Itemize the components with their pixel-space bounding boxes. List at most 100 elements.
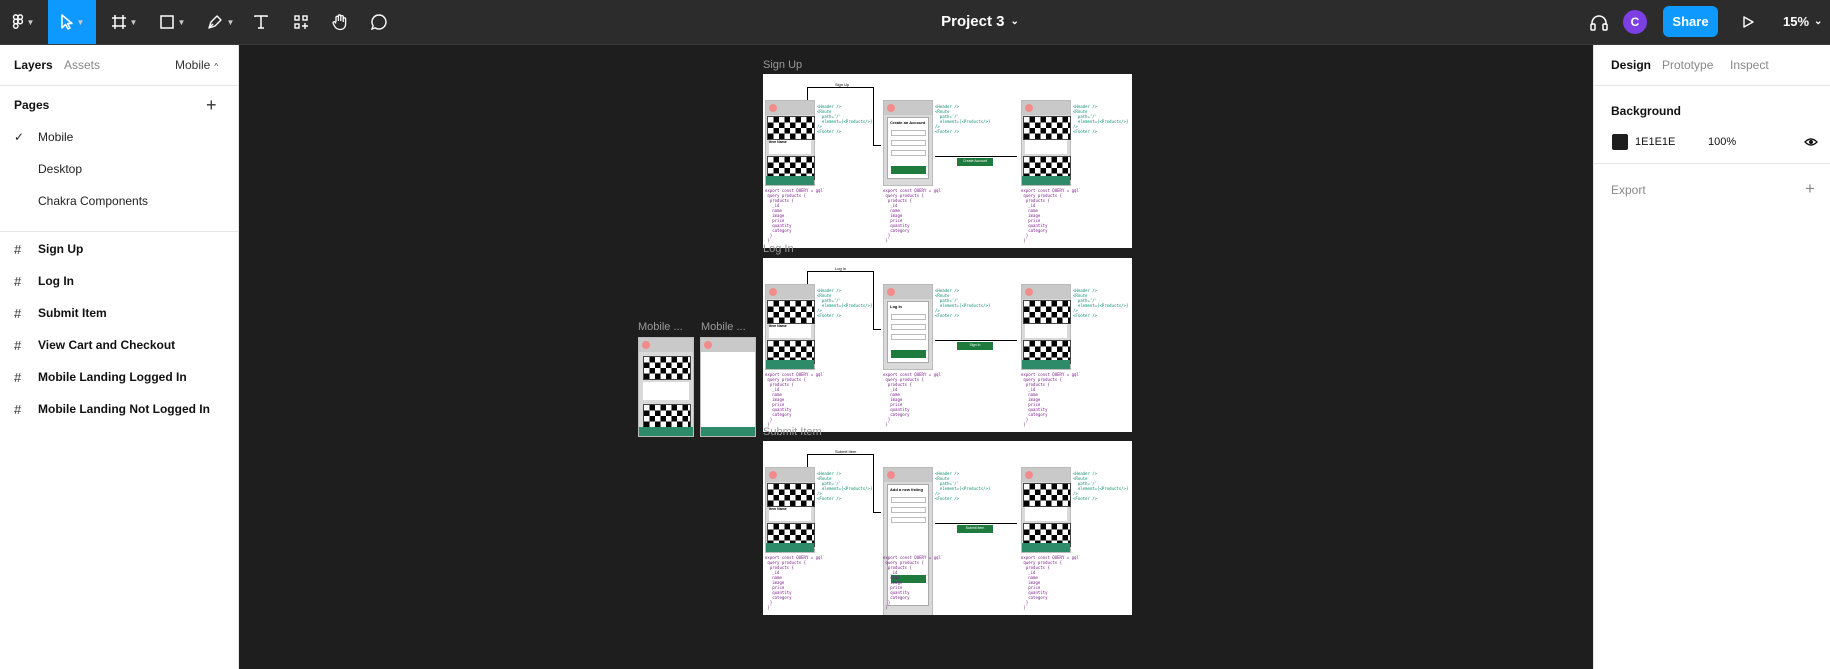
logo-dot — [1025, 471, 1033, 479]
code-snippet: export const QUERY = gql` query products… — [883, 555, 944, 610]
add-export-icon[interactable]: + — [1805, 179, 1815, 199]
card-placeholder — [1025, 507, 1067, 521]
present-button[interactable] — [1736, 0, 1760, 44]
layer-view-cart[interactable]: # View Cart and Checkout — [0, 329, 238, 361]
connector-arrow — [873, 145, 881, 146]
tab-assets[interactable]: Assets — [64, 58, 100, 72]
form-mockup: Create an Account — [883, 100, 933, 186]
frame-icon — [111, 15, 126, 29]
shape-tool-button[interactable]: ▼ — [152, 0, 192, 44]
card-placeholder — [1025, 140, 1067, 154]
form-field — [891, 140, 926, 146]
left-panel: Layers Assets Mobile ^ Pages + ✓ Mobile D… — [0, 45, 239, 669]
frame-label[interactable]: Mobile ... — [638, 321, 683, 333]
layer-landing-not-logged-in[interactable]: # Mobile Landing Not Logged In — [0, 393, 238, 425]
form-panel: Log In — [887, 301, 929, 363]
flow-frame[interactable]: Item Name Create an Account <Header /> <Ro… — [763, 74, 1132, 248]
form-field — [891, 150, 926, 156]
mobile-frame-logged-in[interactable] — [638, 337, 694, 437]
chevron-up-icon: ^ — [214, 62, 219, 71]
form-field — [891, 130, 926, 136]
page-item-desktop[interactable]: Desktop — [0, 153, 238, 185]
tab-layers[interactable]: Layers — [14, 58, 53, 72]
connector-arrow — [935, 523, 1017, 524]
layer-submit-item[interactable]: # Submit Item — [0, 297, 238, 329]
phone-mockup: Item Name — [765, 100, 815, 186]
frame-label[interactable]: Sign Up — [763, 59, 802, 71]
chevron-down-icon: ▼ — [177, 17, 186, 27]
image-placeholder — [1023, 300, 1071, 324]
chevron-down-icon: ⌄ — [1010, 15, 1019, 27]
form-field — [891, 334, 926, 340]
avatar[interactable]: C — [1623, 10, 1647, 34]
form-title: Create an Account — [890, 120, 926, 125]
frame-tool-button[interactable]: ▼ — [104, 0, 144, 44]
connector-arrow — [935, 340, 1017, 341]
form-field — [891, 324, 926, 330]
page-item-mobile[interactable]: ✓ Mobile — [0, 121, 238, 153]
frame-label[interactable]: Mobile ... — [701, 321, 746, 333]
phone-footer — [1022, 543, 1070, 552]
layer-log-in[interactable]: # Log In — [0, 265, 238, 297]
move-tool-button[interactable]: ▼ — [48, 0, 96, 44]
tab-design[interactable]: Design — [1611, 58, 1651, 72]
connector — [807, 87, 808, 100]
background-title: Background — [1611, 104, 1682, 118]
mobile-frame-not-logged-in[interactable] — [700, 337, 756, 437]
flow-frame[interactable]: Item Name Log In <Header /> <Route path='/… — [763, 258, 1132, 432]
page-item-chakra[interactable]: Chakra Components — [0, 185, 238, 217]
frame-label[interactable]: Submit Item — [763, 426, 822, 438]
code-snippet: <Header /> <Route path='/' element={<Pro… — [1073, 471, 1129, 501]
hand-tool-button[interactable] — [327, 0, 353, 44]
flow-label: Log In — [835, 266, 847, 271]
background-color-swatch[interactable] — [1612, 134, 1628, 150]
layer-label: View Cart and Checkout — [38, 338, 176, 352]
layer-label: Submit Item — [38, 306, 107, 320]
phone-mockup: Item Name — [765, 284, 815, 370]
phone-footer — [1022, 360, 1070, 369]
layer-sign-up[interactable]: # Sign Up — [0, 233, 238, 265]
main-menu-button[interactable]: ▼ — [6, 0, 40, 44]
form-mockup: Log In — [883, 284, 933, 370]
right-panel: Design Prototype Inspect Background 1E1E… — [1593, 45, 1830, 669]
phone-footer — [701, 427, 755, 436]
resources-button[interactable] — [288, 0, 314, 44]
pen-tool-button[interactable]: ▼ — [200, 0, 240, 44]
background-opacity-input[interactable]: 100% — [1708, 136, 1736, 148]
tab-prototype[interactable]: Prototype — [1662, 58, 1713, 72]
text-tool-button[interactable] — [248, 0, 274, 44]
form-field — [891, 314, 926, 320]
canvas[interactable]: Mobile ... Mobile ... Sign Up Item Name Cr… — [239, 45, 1593, 669]
right-tabs: Design Prototype Inspect — [1594, 45, 1830, 86]
connector — [807, 87, 873, 88]
card-placeholder — [1025, 324, 1067, 338]
chevron-down-icon: ⌄ — [1814, 15, 1823, 27]
eye-icon[interactable] — [1804, 136, 1818, 148]
layer-landing-logged-in[interactable]: # Mobile Landing Logged In — [0, 361, 238, 393]
form-title: Log In — [890, 304, 902, 309]
zoom-menu[interactable]: 15% ⌄ — [1783, 0, 1822, 42]
comment-tool-button[interactable] — [366, 0, 392, 44]
phone-mockup — [1021, 467, 1071, 553]
logo-dot — [704, 341, 712, 349]
connector — [873, 454, 874, 512]
page-select-label: Mobile — [175, 58, 211, 72]
phone-mockup — [638, 337, 694, 437]
add-page-icon[interactable]: + — [206, 95, 217, 116]
background-hex-input[interactable]: 1E1E1E — [1635, 136, 1675, 148]
chevron-down-icon: ▼ — [129, 17, 138, 27]
tab-inspect[interactable]: Inspect — [1730, 58, 1769, 72]
phone-header — [766, 468, 814, 482]
phone-footer — [639, 427, 693, 436]
audio-button[interactable] — [1586, 0, 1612, 44]
project-title-button[interactable]: Project 3 ⌄ — [860, 0, 1100, 42]
share-button[interactable]: Share — [1663, 6, 1718, 37]
phone-mockup — [1021, 284, 1071, 370]
page-select[interactable]: Mobile ^ — [175, 58, 218, 72]
phone-mockup — [1021, 100, 1071, 186]
frame-label[interactable]: Log In — [763, 243, 794, 255]
layer-label: Sign Up — [38, 242, 84, 256]
logo-dot — [887, 288, 895, 296]
form-submit — [891, 350, 926, 358]
flow-frame[interactable]: Item Name Add a new listing <Header /> <Ro… — [763, 441, 1132, 615]
